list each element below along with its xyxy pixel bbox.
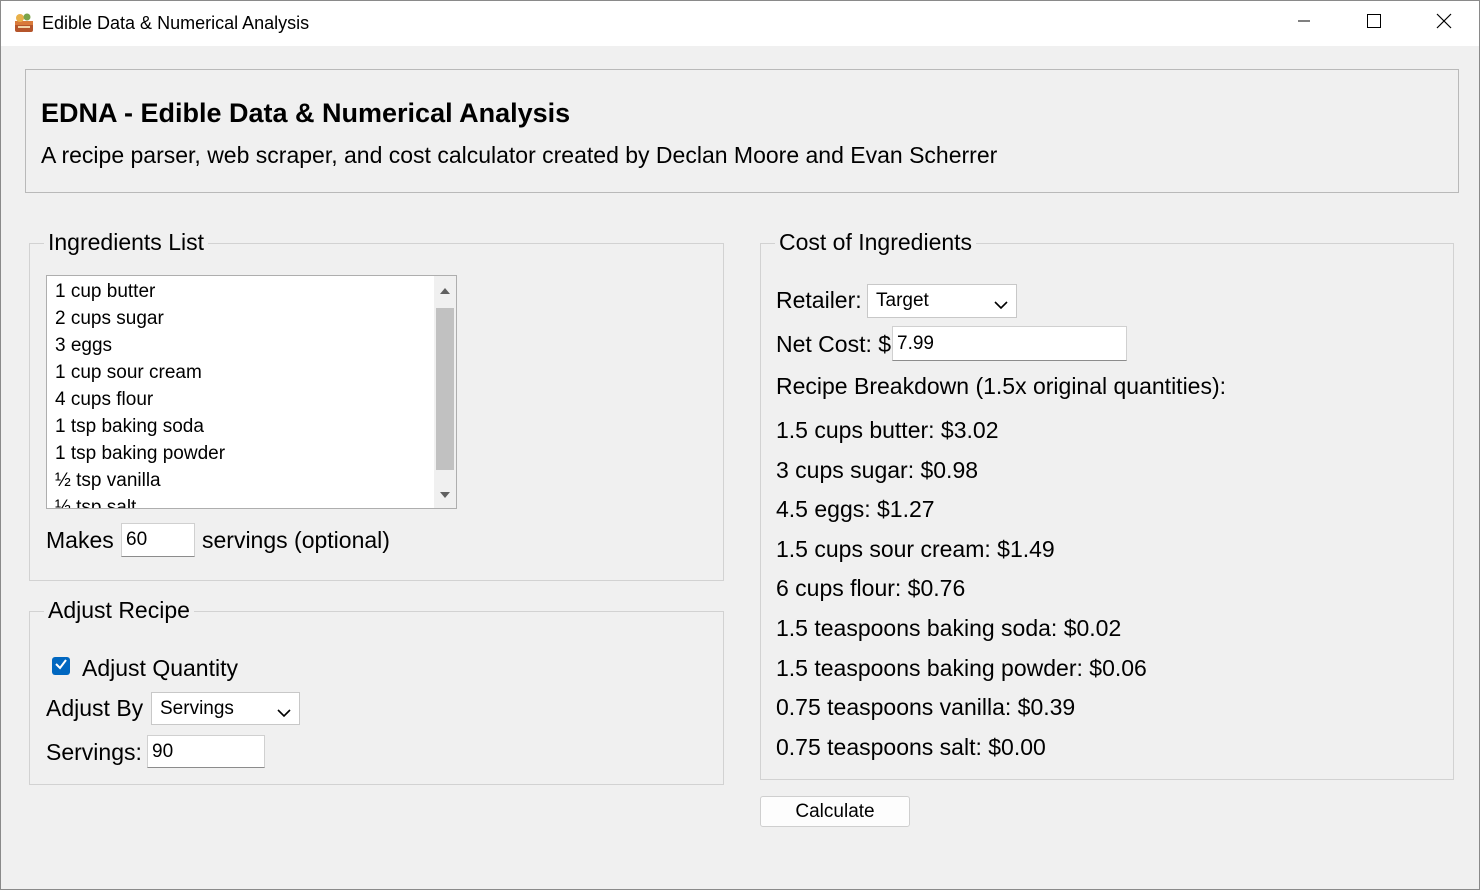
header-panel: EDNA - Edible Data & Numerical Analysis … bbox=[25, 69, 1459, 193]
list-item[interactable]: 3 eggs bbox=[55, 332, 225, 359]
triangle-down-icon bbox=[440, 485, 450, 503]
breakdown-item: 1.5 cups butter: $3.02 bbox=[776, 417, 999, 443]
cost-legend: Cost of Ingredients bbox=[775, 229, 977, 255]
net-cost-label: Net Cost: $ bbox=[776, 331, 892, 357]
calculate-button[interactable]: Calculate bbox=[760, 796, 910, 827]
retailer-value: Target bbox=[876, 290, 929, 311]
maximize-icon bbox=[1366, 13, 1382, 34]
breakdown-item: 0.75 teaspoons salt: $0.00 bbox=[776, 733, 1046, 760]
adjust-by-value: Servings bbox=[160, 698, 234, 719]
maximize-button[interactable] bbox=[1339, 1, 1409, 46]
cost-breakdown-list: 1.5 cups butter: $3.02 3 cups sugar: $0.… bbox=[776, 411, 1147, 767]
retailer-select[interactable]: Target bbox=[867, 284, 1017, 318]
ingredients-listbox[interactable]: 1 cup butter 2 cups sugar 3 eggs 1 cup s… bbox=[46, 275, 457, 509]
scroll-down-button[interactable] bbox=[434, 484, 456, 504]
app-description: A recipe parser, web scraper, and cost c… bbox=[41, 142, 998, 168]
breakdown-item: 0.75 teaspoons vanilla: $0.39 bbox=[776, 694, 1076, 721]
breakdown-title: Recipe Breakdown (1.5x original quantiti… bbox=[776, 373, 1227, 399]
breakdown-item: 4.5 eggs: $1.27 bbox=[776, 496, 935, 523]
chevron-down-icon bbox=[277, 702, 291, 724]
list-item[interactable]: 1 tsp baking powder bbox=[55, 440, 225, 467]
list-item[interactable]: 4 cups flour bbox=[55, 386, 225, 413]
ingredients-legend: Ingredients List bbox=[44, 229, 208, 255]
ingredients-list: 1 cup butter 2 cups sugar 3 eggs 1 cup s… bbox=[55, 278, 225, 508]
retailer-label: Retailer: bbox=[776, 287, 862, 313]
original-servings-input[interactable] bbox=[121, 523, 195, 557]
close-icon bbox=[1436, 13, 1452, 34]
makes-label: Makes bbox=[46, 527, 114, 553]
app-heading: EDNA - Edible Data & Numerical Analysis bbox=[41, 98, 571, 128]
list-item[interactable]: 1 cup sour cream bbox=[55, 359, 225, 386]
list-item[interactable]: ½ tsp salt bbox=[55, 494, 225, 508]
net-cost-field[interactable] bbox=[892, 326, 1127, 361]
minimize-icon bbox=[1296, 13, 1312, 34]
adjust-quantity-label[interactable]: Adjust Quantity bbox=[82, 654, 238, 682]
breakdown-item: 6 cups flour: $0.76 bbox=[776, 575, 966, 602]
breakdown-item: 1.5 teaspoons baking powder: $0.06 bbox=[776, 654, 1147, 681]
adjust-recipe-legend: Adjust Recipe bbox=[44, 597, 194, 623]
scroll-thumb[interactable] bbox=[436, 308, 454, 470]
servings-label: Servings: bbox=[46, 739, 142, 765]
breakdown-item: 3 cups sugar: $0.98 bbox=[776, 456, 979, 483]
list-item[interactable]: 1 cup butter bbox=[55, 278, 225, 305]
breakdown-item: 1.5 teaspoons baking soda: $0.02 bbox=[776, 614, 1122, 641]
list-item[interactable]: 1 tsp baking soda bbox=[55, 413, 225, 440]
adjust-by-select[interactable]: Servings bbox=[151, 692, 300, 725]
window-title: Edible Data & Numerical Analysis bbox=[42, 13, 310, 33]
checkmark-icon bbox=[54, 657, 68, 676]
triangle-up-icon bbox=[440, 281, 450, 299]
close-button[interactable] bbox=[1409, 1, 1479, 46]
listbox-scrollbar[interactable] bbox=[434, 276, 456, 508]
title-bar[interactable]: Edible Data & Numerical Analysis bbox=[1, 1, 1479, 46]
list-item[interactable]: 2 cups sugar bbox=[55, 305, 225, 332]
list-item[interactable]: ½ tsp vanilla bbox=[55, 467, 225, 494]
scroll-up-button[interactable] bbox=[434, 280, 456, 300]
target-servings-input[interactable] bbox=[147, 735, 265, 768]
adjust-quantity-checkbox[interactable] bbox=[52, 657, 70, 675]
chevron-down-icon bbox=[994, 294, 1008, 316]
adjust-by-label: Adjust By bbox=[46, 695, 144, 721]
servings-optional-label: servings (optional) bbox=[202, 527, 390, 553]
breakdown-item: 1.5 cups sour cream: $1.49 bbox=[776, 535, 1055, 562]
minimize-button[interactable] bbox=[1269, 1, 1339, 46]
app-window: Edible Data & Numerical Analysis EDNA - … bbox=[0, 0, 1480, 890]
recipe-app-icon bbox=[12, 11, 36, 35]
